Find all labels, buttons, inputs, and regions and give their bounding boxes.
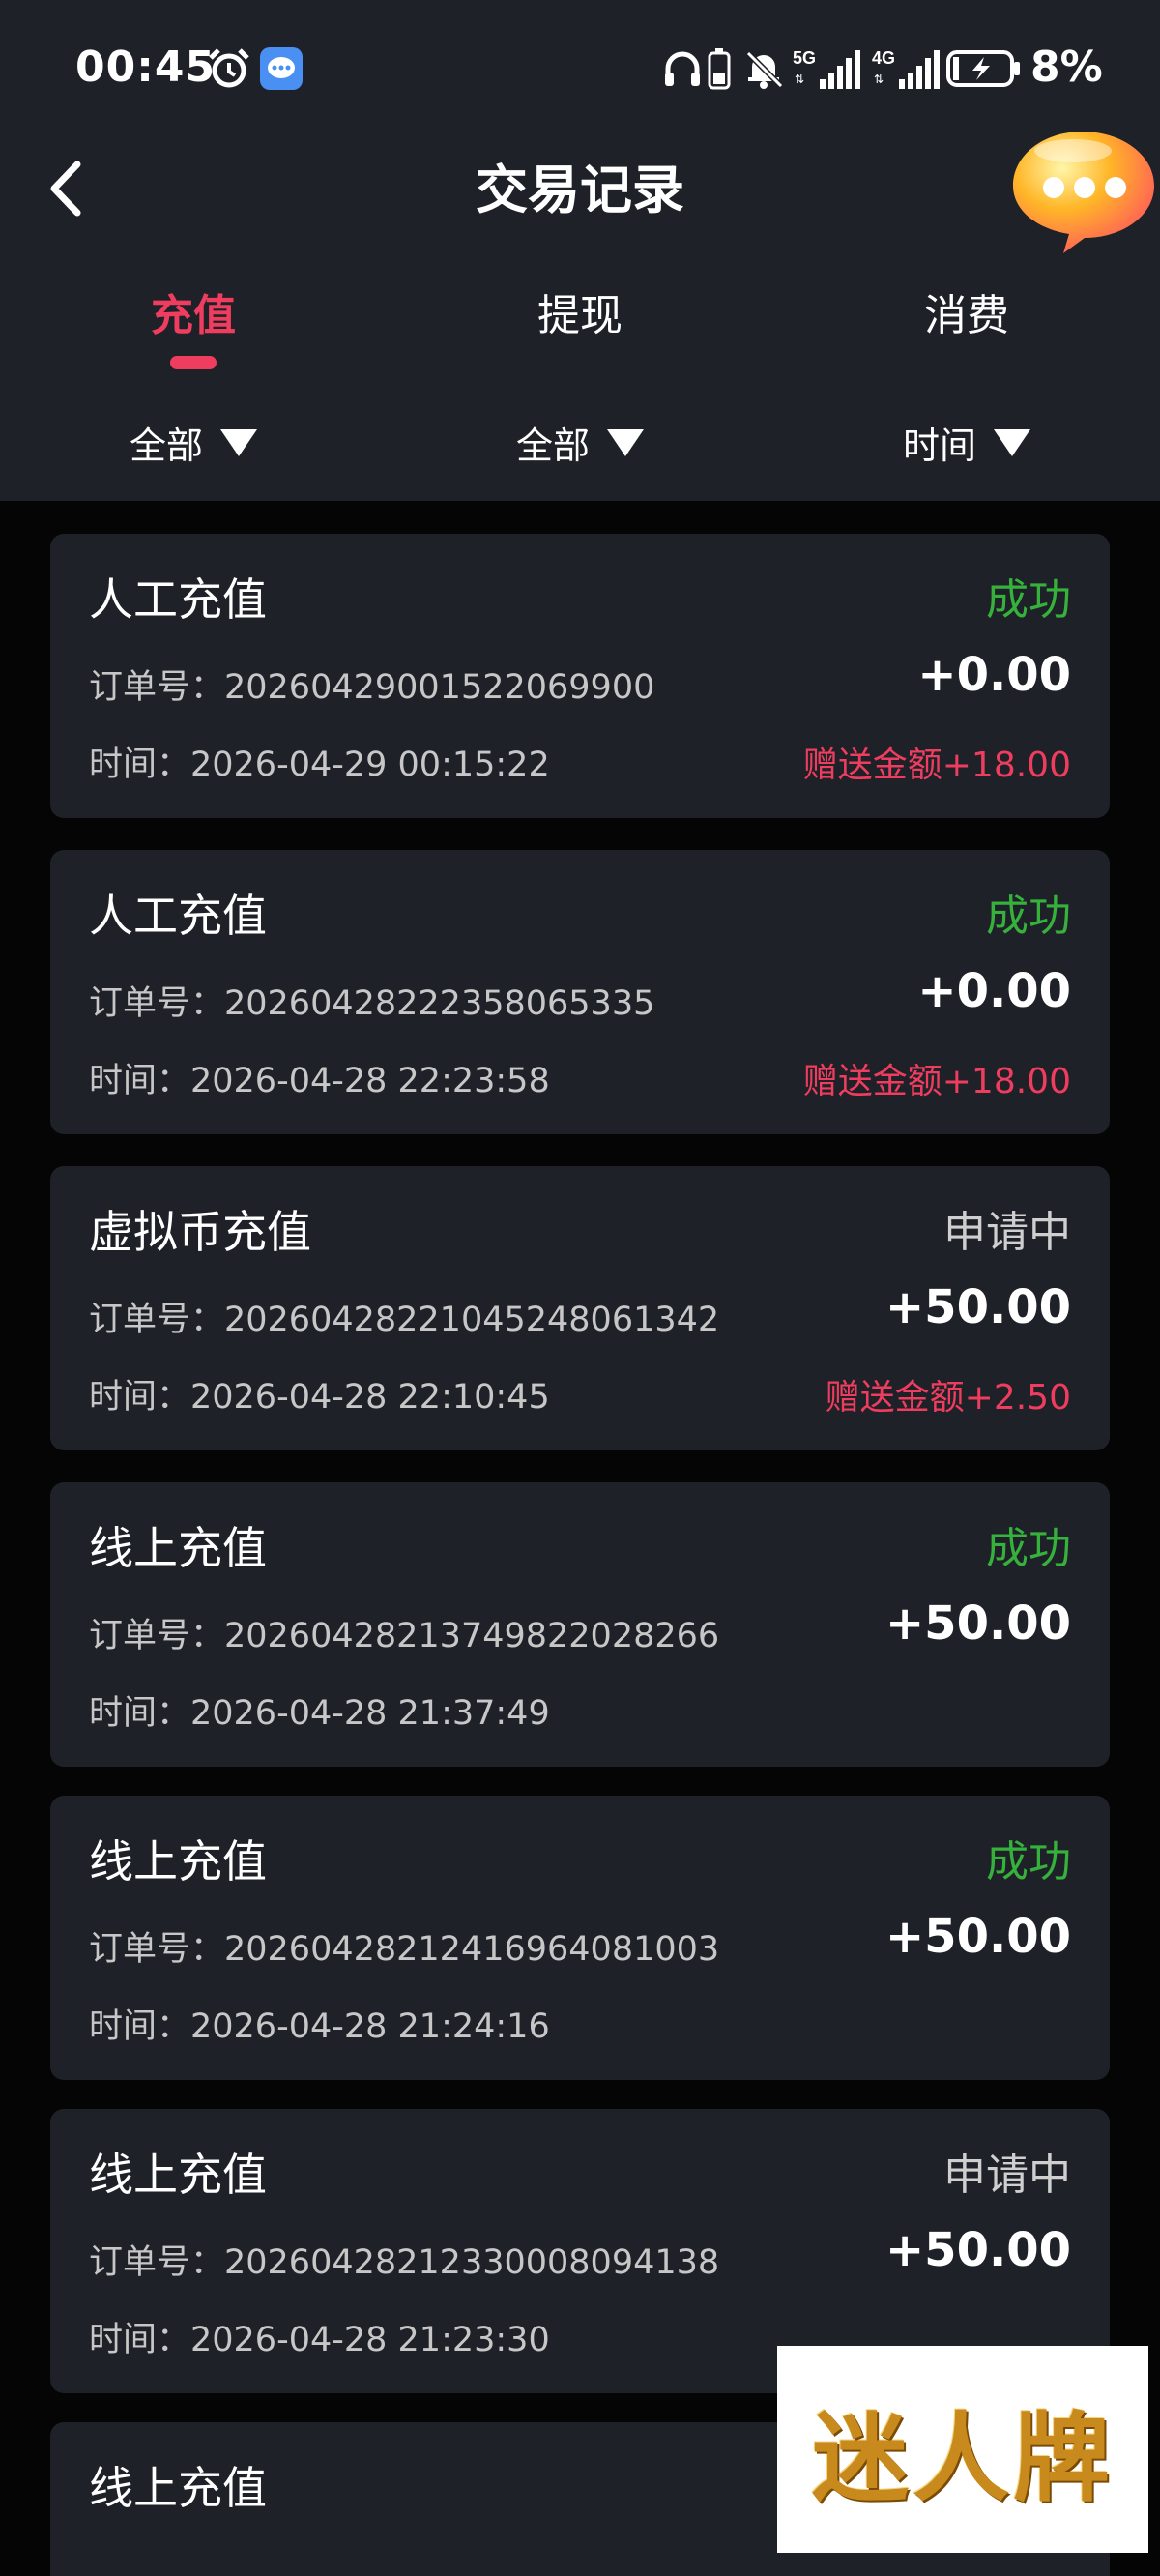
chat-bubble-icon <box>1013 132 1154 253</box>
record-status: 申请中 <box>943 1208 1071 1257</box>
record-card[interactable]: 人工充值 成功 订单号：20260429001522069900 +0.00 时… <box>50 534 1110 818</box>
record-bonus: 赠送金额+2.50 <box>825 1378 1071 1418</box>
filter-time-dropdown[interactable]: 时间 <box>773 416 1160 469</box>
battery-percent: 8% <box>1030 43 1103 92</box>
record-amount: +50.00 <box>884 1280 1071 1334</box>
record-amount: +0.00 <box>917 964 1071 1018</box>
record-type: 线上充值 <box>89 1522 267 1574</box>
triangle-down-icon <box>994 428 1030 456</box>
record-time: 时间：2026-04-28 22:10:45 <box>89 1378 550 1417</box>
record-time: 时间：2026-04-28 21:37:49 <box>89 1694 550 1733</box>
tab-bar: 充值 提现 消费 <box>0 271 1160 377</box>
record-order-number: 订单号：20260428221045248061342 <box>89 1301 720 1339</box>
record-card[interactable]: 线上充值 成功 订单号：20260428213749822028266 +50.… <box>50 1482 1110 1767</box>
message-app-icon <box>259 46 304 91</box>
record-bonus: 赠送金额+18.00 <box>802 746 1071 785</box>
nav-bar: 交易记录 <box>0 126 1160 253</box>
tab-consume[interactable]: 消费 <box>773 280 1160 342</box>
svg-text:5G: 5G <box>793 48 816 68</box>
filter-time-label: 时间 <box>902 424 976 467</box>
chat-bubble-button[interactable] <box>1005 126 1160 261</box>
svg-text:⇅: ⇅ <box>795 73 804 86</box>
record-order-number: 订单号：20260428212330008094138 <box>89 2243 720 2282</box>
status-bar: 00:45 5G ⇅ 4G ⇅ 8% <box>0 0 1160 116</box>
record-card[interactable]: 人工充值 成功 订单号：20260428222358065335 +0.00 时… <box>50 850 1110 1134</box>
record-type: 线上充值 <box>89 1835 267 1888</box>
record-amount: +50.00 <box>884 1596 1071 1651</box>
signal-4g-icon: 4G ⇅ <box>870 46 940 91</box>
triangle-down-icon <box>607 428 644 456</box>
record-status: 申请中 <box>943 2151 1071 2200</box>
record-order-number: 订单号：20260428213749822028266 <box>89 1617 720 1655</box>
active-tab-indicator <box>170 356 217 369</box>
filter-status-dropdown[interactable]: 全部 <box>387 416 773 469</box>
top-panel: 00:45 5G ⇅ 4G ⇅ 8% 交易记录 充值 提现 消费 全部 全部 时… <box>0 0 1160 501</box>
record-bonus: 赠送金额+18.00 <box>802 1062 1071 1101</box>
record-order-number: 订单号：20260429001522069900 <box>89 668 655 707</box>
battery-charging-icon <box>945 46 1023 91</box>
tab-withdraw[interactable]: 提现 <box>387 280 773 342</box>
alarm-icon <box>207 46 251 91</box>
record-time: 时间：2026-04-29 00:15:22 <box>89 746 550 784</box>
record-amount: +50.00 <box>884 2223 1071 2277</box>
record-type: 虚拟币充值 <box>89 1206 311 1258</box>
triangle-down-icon <box>220 428 257 456</box>
record-type: 线上充值 <box>89 2149 267 2201</box>
record-status: 成功 <box>986 892 1071 941</box>
record-amount: +0.00 <box>917 648 1071 702</box>
record-type: 人工充值 <box>89 573 267 626</box>
record-type: 线上充值 <box>89 2462 267 2514</box>
mute-icon <box>742 46 785 91</box>
page-title: 交易记录 <box>476 160 684 220</box>
record-order-number: 订单号：20260428222358065335 <box>89 984 655 1023</box>
record-status: 成功 <box>986 575 1071 625</box>
watermark-text: 迷人牌 <box>812 2400 1114 2515</box>
signal-5g-icon: 5G ⇅ <box>791 46 860 91</box>
record-time: 时间：2026-04-28 21:24:16 <box>89 2007 550 2046</box>
record-order-number: 订单号：20260428212416964081003 <box>89 1930 720 1969</box>
filter-type-dropdown[interactable]: 全部 <box>0 416 387 469</box>
record-amount: +50.00 <box>884 1910 1071 1964</box>
record-type: 人工充值 <box>89 890 267 942</box>
record-time: 时间：2026-04-28 21:23:30 <box>89 2321 550 2359</box>
status-time: 00:45 <box>75 43 217 92</box>
filter-status-label: 全部 <box>515 424 590 467</box>
battery-small-icon <box>708 46 731 91</box>
record-status: 成功 <box>986 1837 1071 1887</box>
record-card[interactable]: 线上充值 成功 订单号：20260428212416964081003 +50.… <box>50 1796 1110 2080</box>
record-card[interactable]: 虚拟币充值 申请中 订单号：20260428221045248061342 +5… <box>50 1166 1110 1450</box>
svg-text:⇅: ⇅ <box>874 73 884 86</box>
record-time: 时间：2026-04-28 22:23:58 <box>89 1062 550 1100</box>
filter-bar: 全部 全部 时间 <box>0 416 1160 474</box>
filter-type-label: 全部 <box>129 424 203 467</box>
record-status: 成功 <box>986 1524 1071 1573</box>
svg-text:4G: 4G <box>872 48 895 68</box>
tab-recharge[interactable]: 充值 <box>0 280 387 342</box>
headphones-icon <box>663 46 702 91</box>
watermark-logo: 迷人牌 <box>777 2346 1148 2553</box>
